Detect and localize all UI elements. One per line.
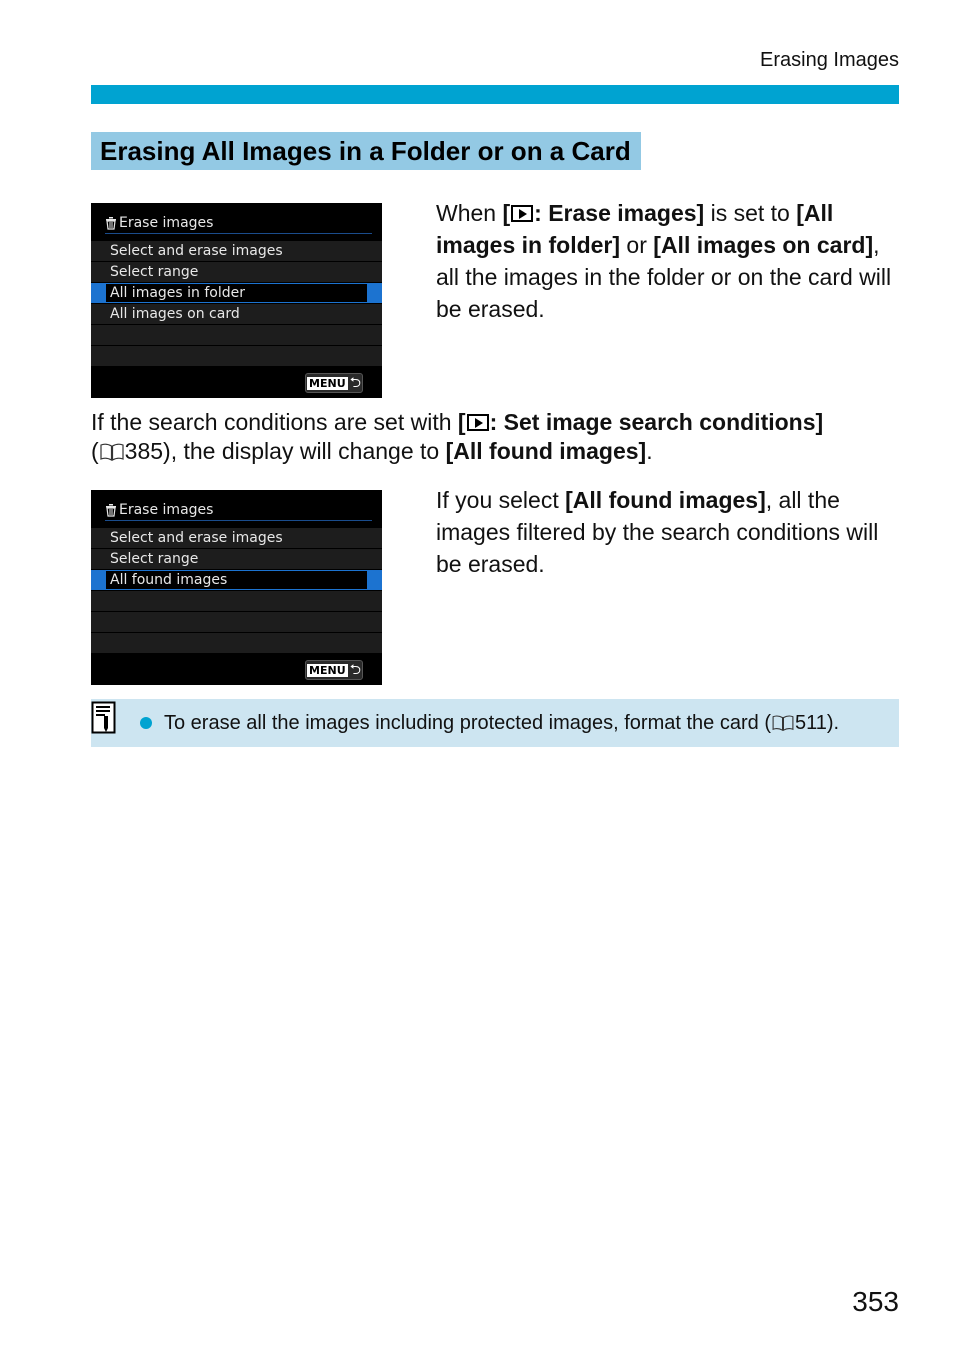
paragraph-erase-all: When [: Erase images] is set to [All ima… <box>436 200 892 322</box>
menu-item-all-images-in-folder[interactable]: All images in folder <box>91 283 382 303</box>
menu-item-select-range[interactable]: Select range <box>91 549 382 569</box>
book-reference-icon <box>100 443 124 462</box>
menu-item-label: All found images <box>106 571 367 589</box>
section-title: Erasing All Images in a Folder or on a C… <box>91 132 641 170</box>
menu-back-button[interactable]: MENU ⮌ <box>305 660 363 680</box>
menu-item-empty <box>91 633 382 653</box>
trash-icon <box>106 503 116 517</box>
page-reference[interactable]: 385 <box>125 438 163 464</box>
menu-item-label: Select and erase images <box>110 530 283 546</box>
menu-back-button[interactable]: MENU ⮌ <box>305 373 363 393</box>
menu-item-all-images-on-card[interactable]: All images on card <box>91 304 382 324</box>
menu-item-empty <box>91 325 382 345</box>
page-reference[interactable]: 511 <box>795 712 827 734</box>
paragraph-all-found: If you select [All found images], all th… <box>436 487 879 577</box>
accent-bar <box>91 85 899 104</box>
book-reference-icon <box>772 715 794 732</box>
menu-item-empty <box>91 346 382 366</box>
menu-item-select-and-erase[interactable]: Select and erase images <box>91 528 382 548</box>
camera-screen-erase-folder-card: Erase images Select and erase images Sel… <box>91 203 382 398</box>
screen-title: Erase images <box>105 499 372 521</box>
menu-item-label: Select range <box>110 264 199 280</box>
running-head: Erasing Images <box>760 49 899 71</box>
menu-label: MENU <box>307 376 348 390</box>
screen-title: Erase images <box>105 212 372 234</box>
menu-item-label: Select and erase images <box>110 243 283 259</box>
note-text: To erase all the images including protec… <box>164 712 840 734</box>
return-arrow-icon: ⮌ <box>349 375 361 391</box>
menu-item-select-range[interactable]: Select range <box>91 262 382 282</box>
menu-item-label: All images on card <box>110 306 240 322</box>
menu-item-all-found-images[interactable]: All found images <box>91 570 382 590</box>
camera-screen-erase-found: Erase images Select and erase images Sel… <box>91 490 382 685</box>
bullet-icon <box>140 717 152 729</box>
paragraph-search-conditions: If the search conditions are set with [:… <box>91 409 824 464</box>
menu-item-select-and-erase[interactable]: Select and erase images <box>91 241 382 261</box>
return-arrow-icon: ⮌ <box>349 662 361 678</box>
trash-icon <box>106 216 116 230</box>
menu-item-empty <box>91 612 382 632</box>
screen-title-text: Erase images <box>119 214 214 231</box>
playback-icon <box>466 414 489 431</box>
page-number: 353 <box>852 1286 899 1317</box>
menu-item-label: Select range <box>110 551 199 567</box>
playback-icon <box>511 205 534 222</box>
memo-pencil-icon <box>91 701 116 734</box>
menu-label: MENU <box>307 663 348 677</box>
menu-item-empty <box>91 591 382 611</box>
screen-title-text: Erase images <box>119 501 214 518</box>
menu-item-label: All images in folder <box>106 284 367 302</box>
note-box: To erase all the images including protec… <box>91 699 899 747</box>
